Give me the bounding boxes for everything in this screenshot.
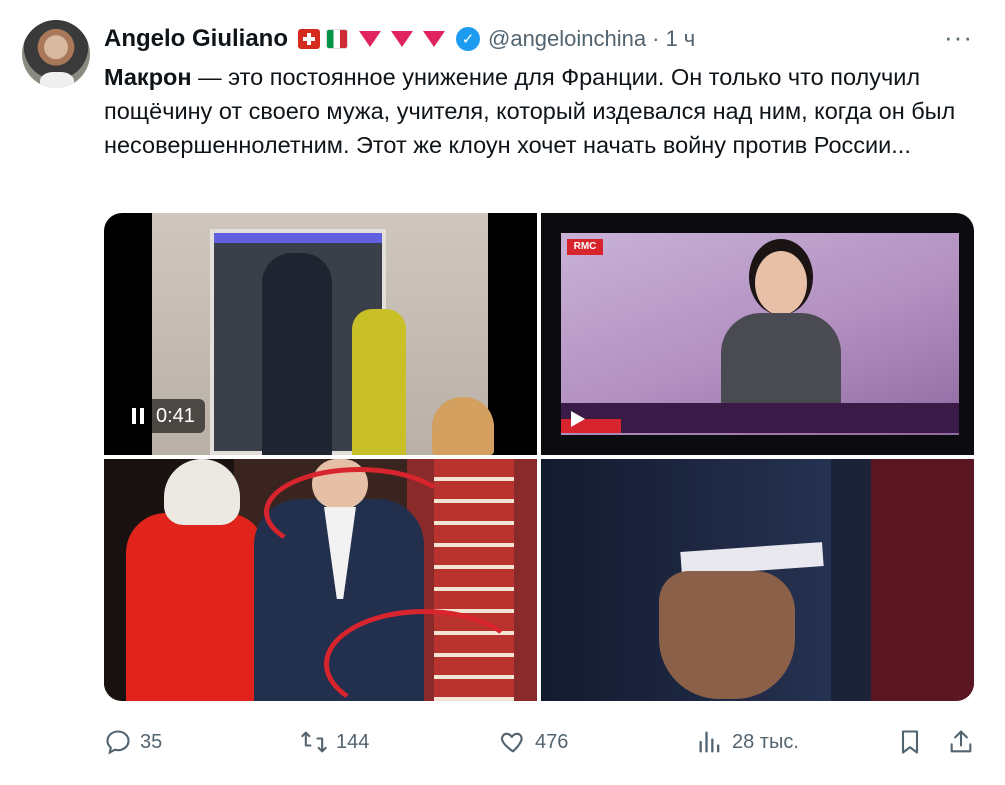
tweet-text-bold[interactable]: Макрон [104, 64, 192, 90]
retweet-icon [301, 731, 327, 753]
separator: · [652, 26, 660, 51]
cat-overlay [432, 397, 494, 455]
flag-switzerland-icon [298, 29, 320, 49]
heart-icon [501, 732, 523, 753]
media-image-fist[interactable] [541, 459, 974, 701]
reply-icon [106, 730, 130, 755]
video-duration: 0:41 [156, 404, 195, 427]
woman-red-suit [126, 513, 266, 701]
views-chart-icon [699, 731, 720, 753]
share-button[interactable] [947, 722, 983, 762]
tweet-text: Макрон — это постоянное унижение для Фра… [104, 60, 984, 162]
retweet-count: 144 [336, 730, 370, 753]
person-vest [352, 309, 406, 455]
action-bar: 35 144 476 28 тыс. [104, 722, 974, 762]
reply-count: 35 [140, 730, 163, 753]
views-button[interactable]: 28 тыс. [696, 722, 799, 762]
handle[interactable]: @angeloinchina [488, 26, 646, 52]
presenter-head [755, 251, 807, 315]
timestamp[interactable]: 1 ч [665, 26, 695, 52]
views-count: 28 тыс. [732, 730, 799, 753]
pause-icon[interactable] [132, 408, 144, 424]
woman-head [164, 459, 240, 525]
display-name[interactable]: Angelo Giuliano [104, 25, 288, 53]
avatar[interactable] [22, 20, 90, 88]
red-triangle-icon [359, 31, 381, 47]
like-count: 476 [535, 730, 569, 753]
play-icon[interactable] [571, 411, 585, 427]
share-icon [950, 730, 972, 753]
video-time-pill[interactable]: 0:41 [122, 399, 205, 433]
bookmark-button[interactable] [896, 722, 932, 762]
presenter [721, 251, 841, 411]
tweet-header: Angelo Giuliano ✓ @angeloinchina · 1 ч [104, 22, 695, 56]
rmc-logo: RMC [567, 239, 603, 255]
door-light [214, 233, 382, 243]
media-image-couple[interactable] [104, 459, 537, 701]
red-triangle-icon [423, 31, 445, 47]
bookmark-icon [901, 730, 919, 754]
red-circle-annotation [264, 467, 454, 557]
verified-badge-icon[interactable]: ✓ [456, 27, 480, 51]
media-grid: 0:41 RMC [104, 213, 974, 701]
reply-button[interactable]: 35 [104, 722, 162, 762]
flag-italy-icon [326, 29, 348, 49]
media-image-rmc[interactable]: RMC [541, 213, 974, 455]
tweet: Angelo Giuliano ✓ @angeloinchina · 1 ч ·… [0, 0, 1005, 785]
more-options-icon[interactable]: ··· [944, 22, 973, 53]
red-triangle-icon [391, 31, 413, 47]
curtain [871, 459, 974, 701]
news-ticker-label [561, 419, 621, 433]
presenter-body [721, 313, 841, 411]
fist [659, 571, 795, 699]
tweet-text-body: — это постоянное унижение для Франции. О… [104, 64, 956, 158]
retweet-button[interactable]: 144 [300, 722, 369, 762]
person-silhouette [262, 253, 332, 455]
media-video-thumbnail[interactable]: 0:41 [104, 213, 537, 455]
like-button[interactable]: 476 [499, 722, 568, 762]
